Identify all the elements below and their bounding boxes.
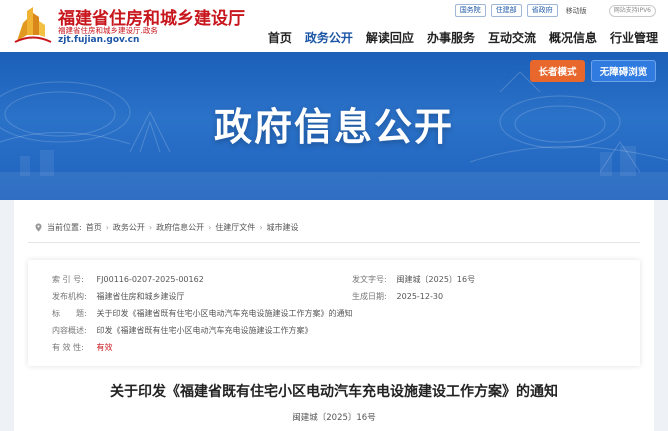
- accessible-browse-button[interactable]: 无障碍浏览: [591, 60, 656, 82]
- chevron-right-icon: ›: [148, 223, 153, 232]
- main-nav: 首页 政务公开 解读回应 办事服务 互动交流 概况信息 行业管理: [268, 29, 658, 46]
- meta-issuer: 发布机构: 福建省住房和城乡建设厅: [52, 292, 185, 301]
- meta-validity: 有 效 性: 有效: [52, 343, 113, 352]
- mobile-version-link[interactable]: 移动版: [563, 6, 590, 16]
- breadcrumb-divider: [28, 242, 640, 243]
- nav-item-industry[interactable]: 行业管理: [610, 29, 658, 46]
- breadcrumb-urban-construction[interactable]: 城市建设: [267, 222, 299, 233]
- nav-item-gov-affairs[interactable]: 政务公开: [305, 29, 353, 46]
- link-mohurd[interactable]: 住建部: [490, 4, 522, 17]
- site-logo-icon[interactable]: [13, 5, 53, 45]
- site-header: 福建省住房和城乡建设厅 福建省住房和城乡建设厅.政务 zjt.fujian.go…: [0, 0, 668, 52]
- banner: 政府信息公开 长者模式 无障碍浏览: [0, 52, 668, 200]
- breadcrumb-gov-affairs[interactable]: 政务公开: [113, 222, 145, 233]
- nav-item-interaction[interactable]: 互动交流: [488, 29, 536, 46]
- link-provincial-gov[interactable]: 省政府: [526, 4, 558, 17]
- banner-title: 政府信息公开: [213, 105, 454, 149]
- meta-summary: 内容概述: 印发《福建省既有住宅小区电动汽车充电设施建设工作方案》: [52, 326, 313, 335]
- chevron-right-icon: ›: [105, 223, 109, 232]
- document-number: 闽建城〔2025〕16号: [292, 413, 376, 423]
- meta-date: 生成日期: 2025-12-30: [352, 292, 444, 301]
- meta-doc-number: 发文字号: 闽建城〔2025〕16号: [352, 275, 476, 284]
- validity-status: 有效: [96, 343, 113, 352]
- breadcrumb-gov-info[interactable]: 政府信息公开: [156, 222, 204, 233]
- elder-mode-button[interactable]: 长者模式: [530, 60, 585, 82]
- chevron-right-icon: ›: [259, 223, 263, 232]
- breadcrumb-home[interactable]: 首页: [86, 222, 102, 233]
- site-url: zjt.fujian.gov.cn: [58, 35, 140, 45]
- chevron-right-icon: ›: [208, 223, 212, 232]
- breadcrumb-prefix: 当前位置:: [47, 223, 82, 232]
- ipv6-badge: 网站支持IPV6: [608, 4, 656, 17]
- content-card: 当前位置: 首页 › 政务公开 › 政府信息公开 › 住建厅文件 › 城市建设 …: [14, 200, 654, 431]
- nav-item-interpretation[interactable]: 解读回应: [366, 29, 414, 46]
- meta-title: 标 题: 关于印发《福建省既有住宅小区电动汽车充电设施建设工作方案》的通知: [52, 309, 353, 318]
- document-title: 关于印发《福建省既有住宅小区电动汽车充电设施建设工作方案》的通知: [110, 384, 558, 400]
- breadcrumb: 当前位置: 首页 › 政务公开 › 政府信息公开 › 住建厅文件 › 城市建设: [34, 222, 299, 233]
- meta-index: 索 引 号: FJ00116-0207-2025-00162: [52, 275, 204, 284]
- nav-item-services[interactable]: 办事服务: [427, 29, 475, 46]
- breadcrumb-dept-files[interactable]: 住建厅文件: [215, 222, 255, 233]
- nav-item-overview[interactable]: 概况信息: [549, 29, 597, 46]
- link-state-council[interactable]: 国务院: [454, 4, 486, 17]
- document-meta-box: 索 引 号: FJ00116-0207-2025-00162 发文字号: 闽建城…: [28, 260, 640, 366]
- top-links: 国务院 住建部 省政府 移动版 网站支持IPV6: [454, 4, 656, 17]
- location-icon: [35, 223, 42, 232]
- nav-item-home[interactable]: 首页: [268, 29, 292, 46]
